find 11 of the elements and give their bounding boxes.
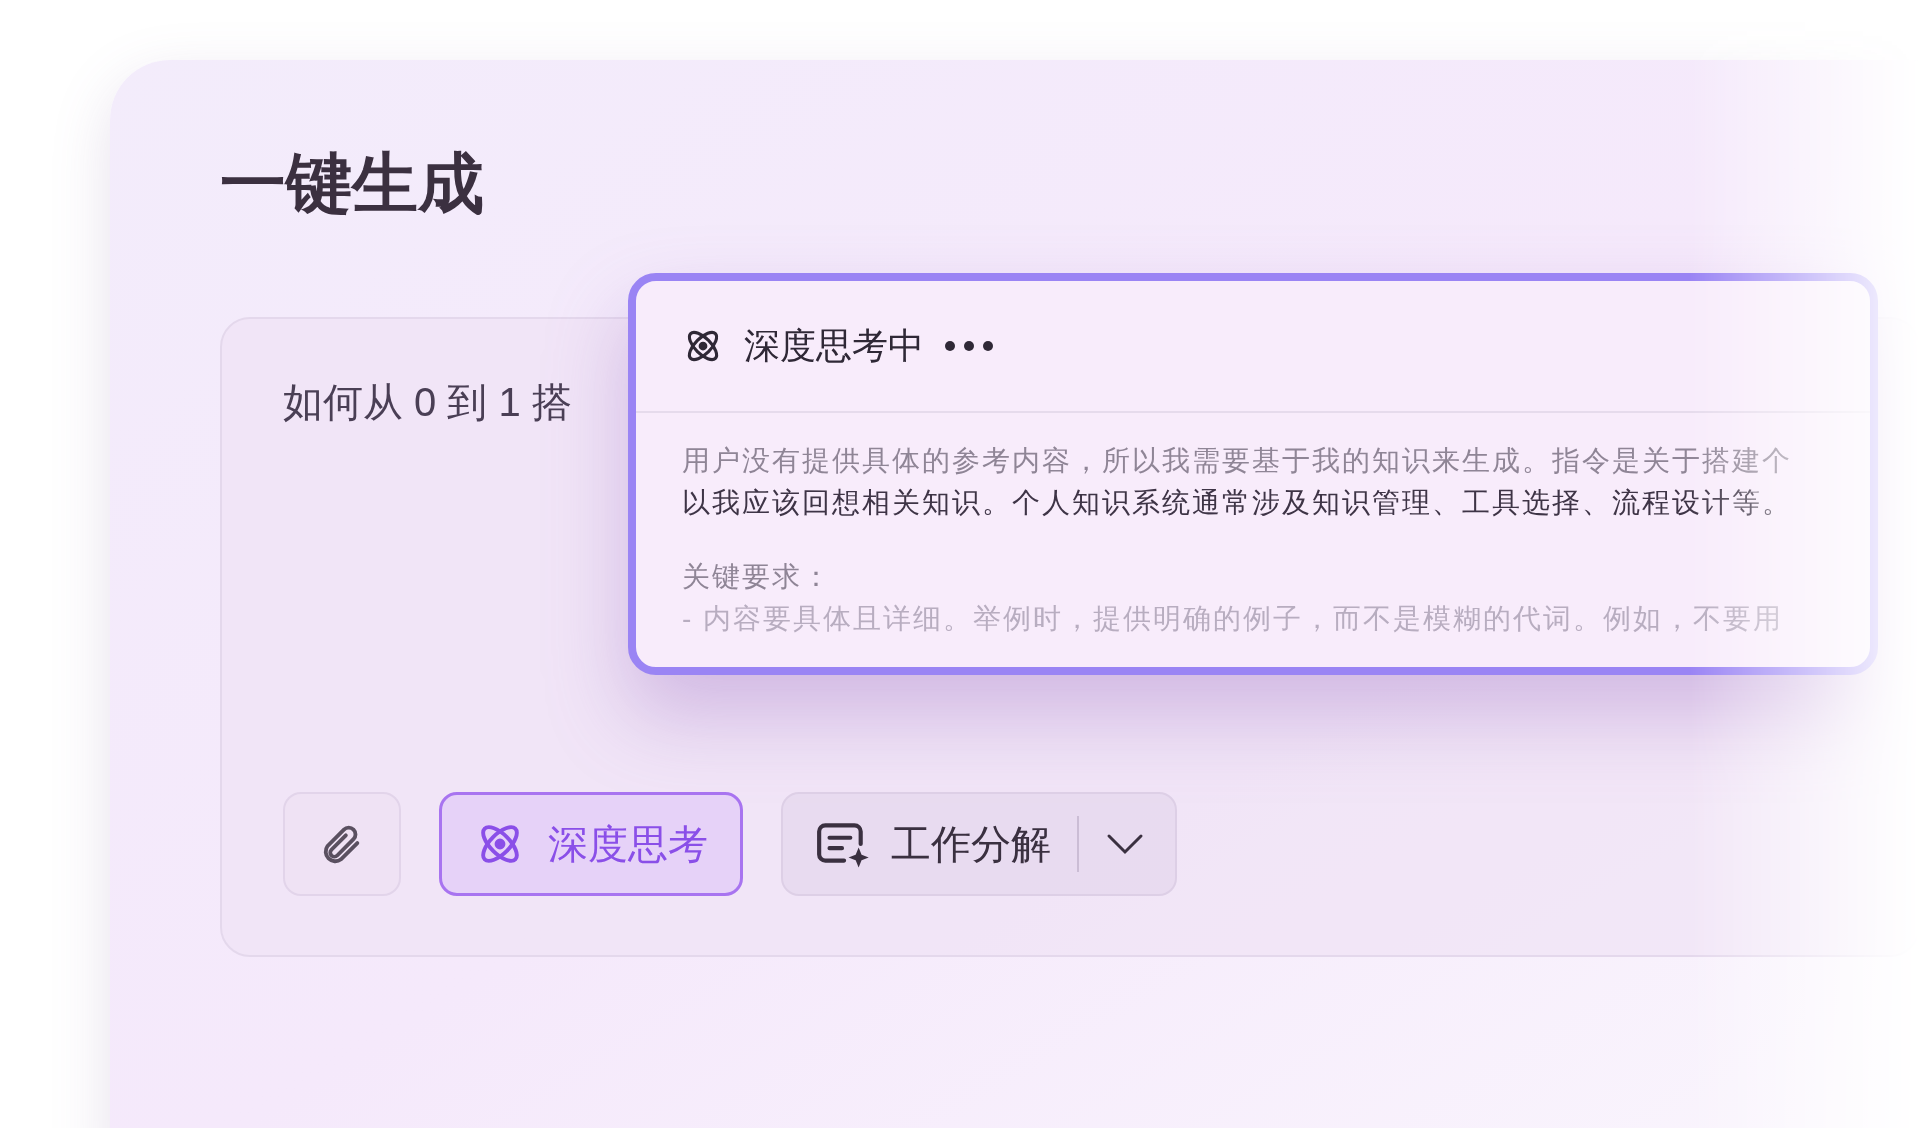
mode-label: 工作分解: [891, 821, 1051, 868]
prompt-text[interactable]: 如何从 0 到 1 搭: [283, 372, 572, 432]
page-title: 一键生成: [220, 150, 485, 216]
thinking-text-line: 关键要求：: [682, 560, 832, 594]
thinking-status: 深度思考中: [744, 324, 924, 368]
attach-button[interactable]: [283, 792, 401, 896]
mode-dropdown[interactable]: 工作分解: [781, 792, 1177, 896]
loading-dots-icon: [944, 340, 994, 352]
thinking-text-line: 以我应该回想相关知识。个人知识系统通常涉及知识管理、工具选择、流程设计等。: [682, 486, 1792, 520]
thinking-text-line: 用户没有提供具体的参考内容，所以我需要基于我的知识来生成。指令是关于搭建个: [682, 444, 1792, 478]
chevron-down-icon: [1105, 832, 1145, 856]
